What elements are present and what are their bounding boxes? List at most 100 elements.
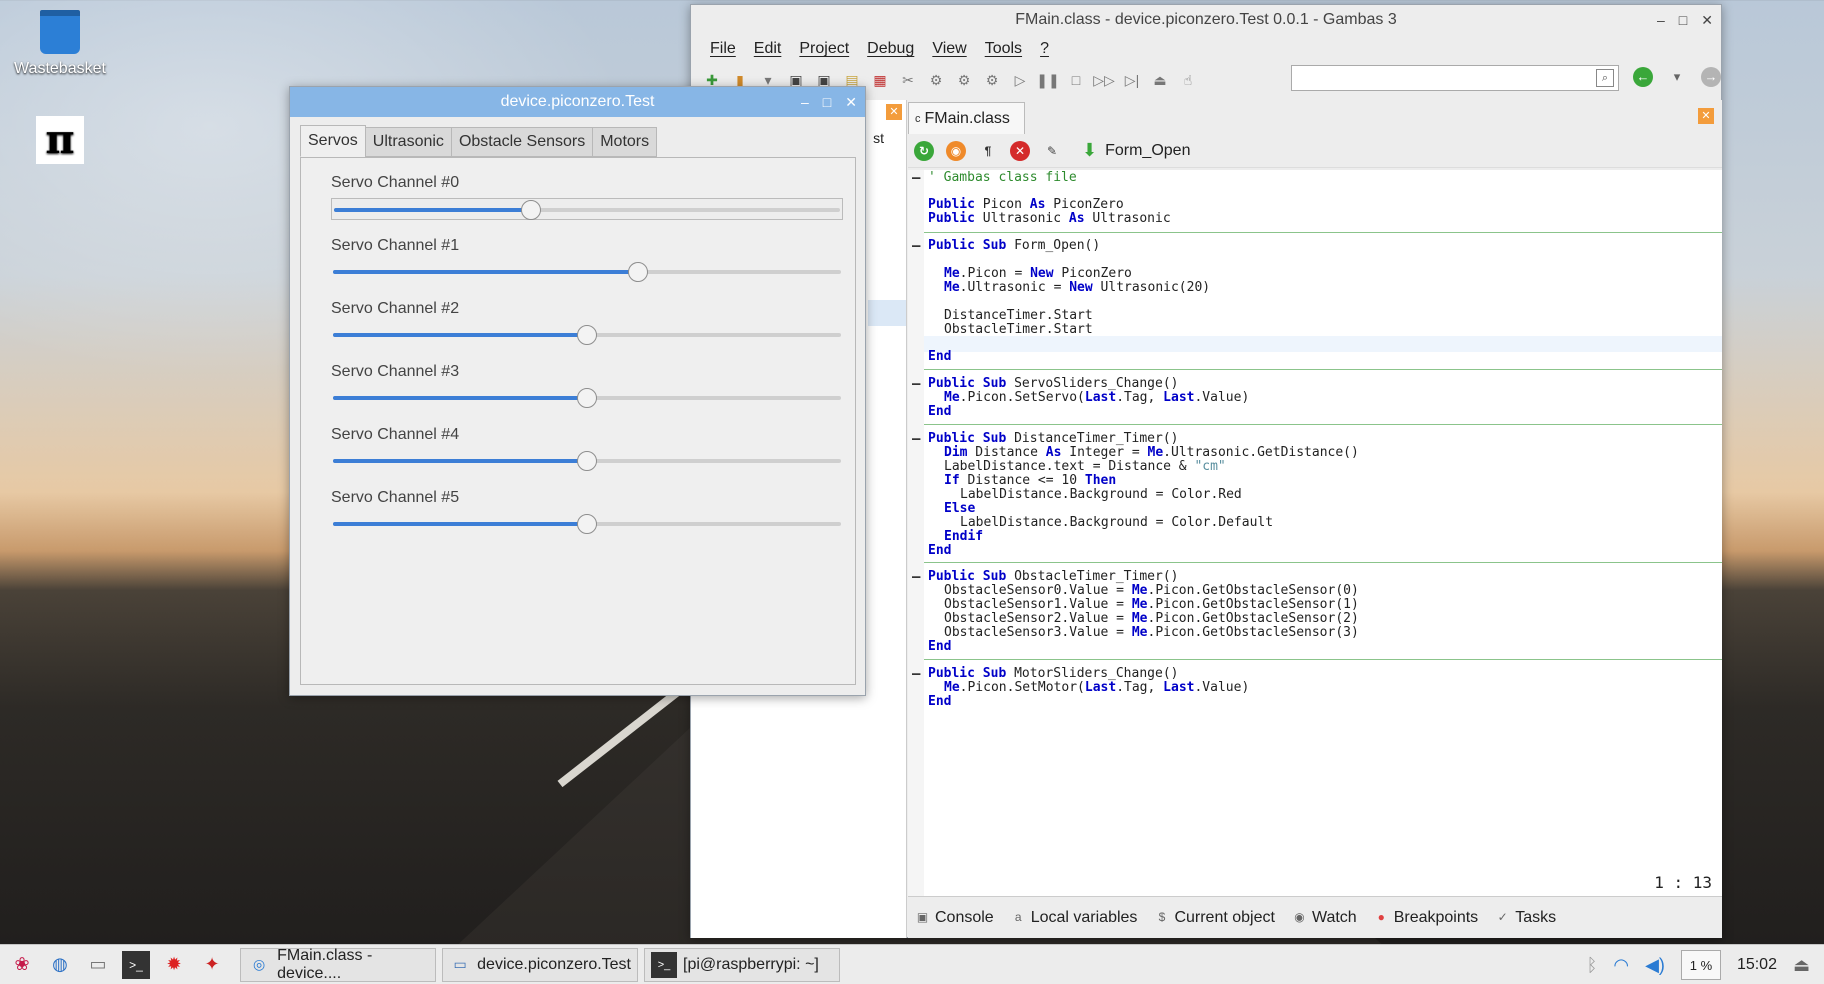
volume-icon[interactable]: ◀) [1645,955,1665,976]
menu-debug[interactable]: Debug [858,40,923,58]
code-line: ObstacleTimer.Start [944,322,1093,337]
clock[interactable]: 15:02 [1737,956,1777,974]
step-over-icon[interactable]: ▷| [1121,69,1143,91]
run-icon[interactable]: ▷ [1009,69,1031,91]
cursor-position: 1 : 13 [1654,873,1712,892]
slider-handle[interactable] [628,262,649,282]
navigation-buttons: ← ▾ → [1633,67,1721,87]
menu-help[interactable]: ? [1031,40,1058,58]
fold-marker[interactable]: – [912,238,920,254]
slider-handle[interactable] [577,451,597,471]
desktop-icon-gpio[interactable]: π [0,116,120,170]
servo-slider[interactable] [331,198,843,220]
tree-selection [868,300,906,326]
menu-tools[interactable]: Tools [976,40,1031,58]
task-label: FMain.class - device.... [277,946,373,982]
bluetooth-icon[interactable]: ᛒ [1587,955,1598,976]
cpu-monitor[interactable]: 1 % [1680,950,1721,980]
menu-view[interactable]: View [923,40,975,58]
minimize-icon[interactable]: – [801,94,809,110]
pause-icon[interactable]: ❚❚ [1036,69,1059,91]
slider-handle[interactable] [520,200,541,220]
globe-icon[interactable]: ◍ [46,951,74,979]
minimize-icon[interactable]: – [1657,12,1665,28]
tab-servos[interactable]: Servos [300,125,366,157]
menu-project[interactable]: Project [790,40,858,58]
tab-tasks[interactable]: ✓ Tasks [1496,909,1556,927]
math-icon[interactable]: ✹ [160,951,188,979]
fold-marker[interactable]: – [912,666,920,682]
servo-slider[interactable] [331,261,843,283]
servo-slider[interactable] [331,513,843,535]
slider-handle[interactable] [577,325,597,345]
fold-marker[interactable]: – [912,569,920,585]
editor-gutter [908,170,924,896]
servo-slider[interactable] [331,324,843,346]
step-icon[interactable]: ▷▷ [1093,69,1115,91]
brush-icon[interactable]: ✎ [1042,141,1062,161]
close-icon[interactable]: ✕ [1701,12,1713,29]
pane-close-icon[interactable]: ✕ [886,104,902,120]
tab-obstacle-sensors[interactable]: Obstacle Sensors [450,127,594,157]
search-icon[interactable]: ⌕ [1596,69,1614,87]
terminal-icon[interactable]: >_ [122,950,150,979]
stop-icon[interactable]: □ [1065,69,1087,91]
wifi-icon[interactable]: ◠ [1613,955,1629,976]
slider-handle[interactable] [577,388,597,408]
tab-breakpoints[interactable]: ● Breakpoints [1375,909,1479,927]
tab-motors[interactable]: Motors [592,127,658,157]
gear-icon[interactable]: ⚙ [953,69,975,91]
maximize-icon[interactable]: □ [823,94,831,110]
tab-current-object[interactable]: $ Current object [1155,909,1275,927]
folder-icon[interactable]: ▭ [84,951,112,979]
fold-marker[interactable]: – [912,431,920,447]
chevron-down-icon[interactable]: ▾ [1667,67,1687,87]
desktop-icon-wastebasket[interactable]: Wastebasket [0,10,120,78]
servo-label: Servo Channel #1 [331,237,460,254]
search-input[interactable]: ⌕ [1291,65,1619,91]
code-line: Public Ultrasonic As Ultrasonic [928,211,1171,226]
raspberry-menu-icon[interactable]: ❀ [8,951,36,979]
fold-marker[interactable]: – [912,170,920,186]
procedure-selector[interactable]: ⬇ Form_Open [1082,140,1190,161]
fold-marker[interactable]: – [912,376,920,392]
tools-icon[interactable]: ✂ [897,69,919,91]
pilcrow-icon[interactable]: ¶ [978,141,998,161]
servo-slider[interactable] [331,387,843,409]
clear-icon[interactable]: ✕ [1010,140,1030,161]
close-tab-icon[interactable]: ✕ [1698,108,1714,124]
eject-icon[interactable]: ⏏ [1149,69,1171,91]
code-line: End [928,543,952,558]
menu-file[interactable]: File [701,40,745,58]
menu-edit[interactable]: Edit [745,40,791,58]
tab-ultrasonic[interactable]: Ultrasonic [364,127,452,157]
refresh-icon[interactable]: ↻ [914,140,934,161]
code-editor[interactable]: – ' Gambas class file Public Picon As Pi… [908,170,1722,896]
maximize-icon[interactable]: □ [1679,12,1687,28]
editor-toolbar: ↻ ◉ ¶ ✕ ✎ ⬇ Form_Open [908,134,1722,168]
slider-handle[interactable] [577,514,597,534]
forward-icon[interactable]: → [1701,67,1721,87]
system-tray: ᛒ ◠ ◀) 1 % 15:02 ⏏ [1587,945,1824,984]
task-form-window[interactable]: ▭ device.piconzero.Test [442,947,638,982]
task-gambas-ide[interactable]: ◎ FMain.class - device.... [240,946,436,982]
pointer-icon[interactable]: ☝ [1177,69,1199,91]
procedure-separator [924,424,1722,425]
servo-slider[interactable] [331,450,843,472]
form-icon[interactable]: ◉ [946,140,966,161]
tab-local-variables[interactable]: a Local variables [1012,909,1138,927]
close-icon[interactable]: ✕ [845,94,857,111]
form-titlebar[interactable]: device.piconzero.Test – □ ✕ [290,87,865,117]
eject-icon[interactable]: ⏏ [1793,955,1810,976]
back-icon[interactable]: ← [1633,67,1653,87]
tab-watch[interactable]: ◉ Watch [1293,909,1357,927]
wolfram-icon[interactable]: ✦ [198,951,226,979]
settings-icon[interactable]: ⚙ [981,69,1003,91]
tab-fmain-class[interactable]: c FMain.class [908,102,1025,134]
compile-icon[interactable]: ⚙ [925,69,947,91]
tree-item-fragment[interactable]: st [873,130,884,146]
ide-titlebar[interactable]: FMain.class - device.piconzero.Test 0.0.… [691,5,1721,35]
tab-console[interactable]: ▣ Console [916,909,994,927]
calendar-icon[interactable]: ▦ [869,69,891,91]
task-terminal[interactable]: >_ [pi@raspberrypi: ~] [644,947,840,982]
